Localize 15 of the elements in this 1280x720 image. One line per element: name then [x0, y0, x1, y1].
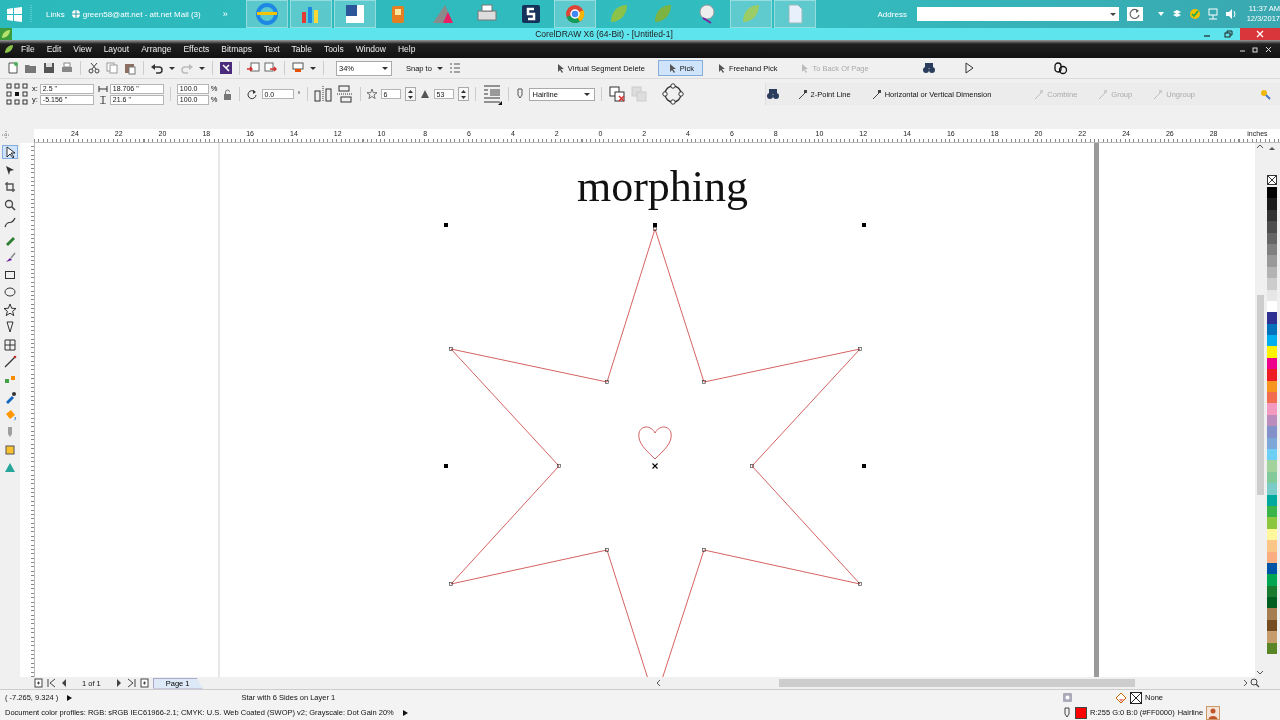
menu-item[interactable]: Tools: [317, 44, 350, 54]
menu-item[interactable]: Help: [391, 44, 422, 54]
address-label: Address: [877, 9, 907, 19]
menu-item[interactable]: Effects: [177, 44, 216, 54]
menu-item[interactable]: File: [15, 44, 41, 54]
menu-item[interactable]: Text: [257, 44, 286, 54]
menu-item[interactable]: Edit: [40, 44, 68, 54]
menu-item[interactable]: Arrange: [135, 44, 178, 54]
menu-item[interactable]: Table: [285, 44, 318, 54]
menu-item[interactable]: View: [67, 44, 98, 54]
menu-item[interactable]: Layout: [97, 44, 136, 54]
canvas-text[interactable]: morphing: [534, 161, 790, 213]
menu-item[interactable]: Window: [349, 44, 392, 54]
window-title: CorelDRAW X6 (64-Bit) - [Untitled-1]: [534, 29, 674, 39]
menu-item[interactable]: Bitmaps: [215, 44, 258, 54]
